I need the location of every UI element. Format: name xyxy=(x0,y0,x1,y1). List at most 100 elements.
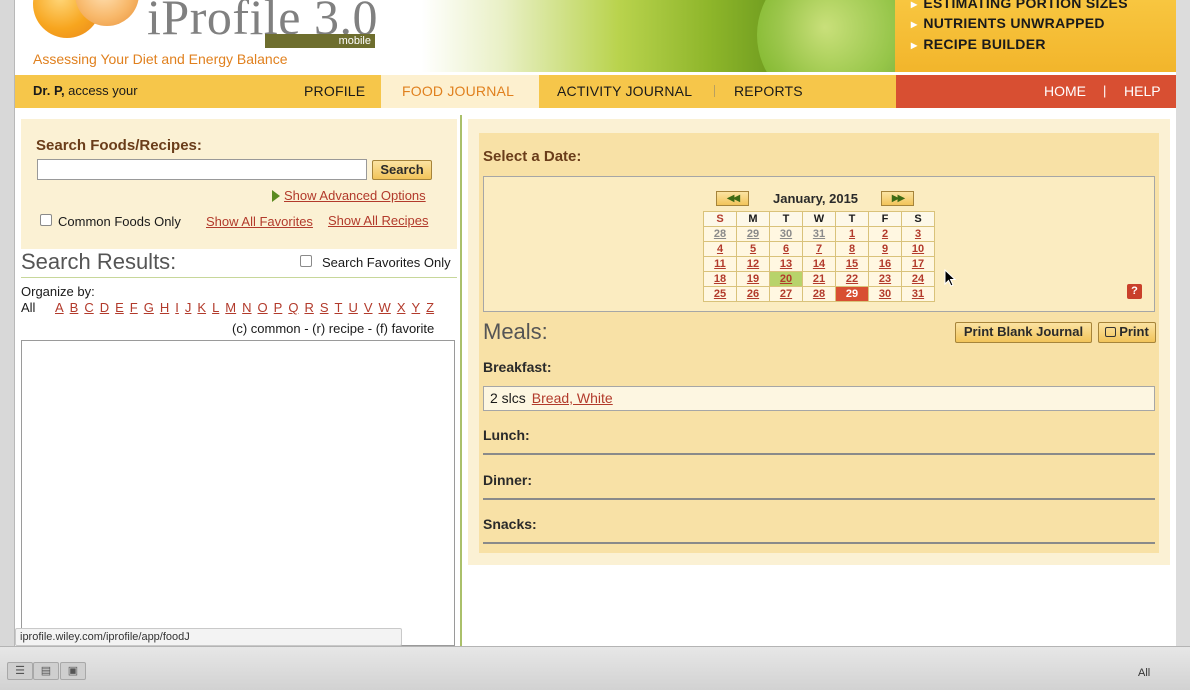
print-blank-journal-button[interactable]: Print Blank Journal xyxy=(955,322,1092,343)
alpha-letter-b[interactable]: B xyxy=(70,300,79,315)
calendar-day[interactable]: 16 xyxy=(868,256,902,272)
calendar-day-link[interactable]: 3 xyxy=(915,228,921,240)
tab-reports[interactable]: REPORTS xyxy=(734,83,803,99)
alpha-letter-g[interactable]: G xyxy=(144,300,154,315)
alpha-letter-h[interactable]: H xyxy=(160,300,169,315)
calendar-day[interactable]: 20 xyxy=(769,271,803,287)
alpha-letter-i[interactable]: I xyxy=(175,300,179,315)
alpha-letter-m[interactable]: M xyxy=(225,300,236,315)
alpha-letter-s[interactable]: S xyxy=(320,300,329,315)
calendar-day-link[interactable]: 24 xyxy=(912,273,924,285)
alpha-letter-v[interactable]: V xyxy=(364,300,373,315)
alpha-letter-p[interactable]: P xyxy=(274,300,283,315)
calendar-day[interactable]: 29 xyxy=(736,226,770,242)
calendar-day-link[interactable]: 7 xyxy=(816,243,822,255)
promo-portion-sizes[interactable]: ESTIMATING PORTION SIZES xyxy=(911,0,1128,11)
promo-recipe-builder[interactable]: RECIPE BUILDER xyxy=(911,36,1046,52)
alpha-letter-w[interactable]: W xyxy=(379,300,391,315)
calendar-day-link[interactable]: 29 xyxy=(747,228,759,240)
calendar-day-link[interactable]: 4 xyxy=(717,243,723,255)
calendar-day[interactable]: 30 xyxy=(868,286,902,302)
right-scrollbar[interactable] xyxy=(1176,0,1190,646)
calendar-day[interactable]: 31 xyxy=(802,226,836,242)
tab-profile[interactable]: PROFILE xyxy=(304,83,365,99)
show-advanced-options-link[interactable]: Show Advanced Options xyxy=(284,188,426,203)
help-icon[interactable]: ? xyxy=(1127,284,1142,299)
calendar-day-link[interactable]: 27 xyxy=(780,288,792,300)
calendar-day[interactable]: 15 xyxy=(835,256,869,272)
calendar-day[interactable]: 1 xyxy=(835,226,869,242)
tab-food-journal[interactable]: FOOD JOURNAL xyxy=(402,83,514,99)
left-scrollbar[interactable] xyxy=(0,0,15,646)
help-link[interactable]: HELP xyxy=(1124,83,1161,99)
calendar-day-link[interactable]: 29 xyxy=(846,288,858,300)
print-button[interactable]: Print xyxy=(1098,322,1156,343)
calendar-day-link[interactable]: 1 xyxy=(849,228,855,240)
calendar-day[interactable]: 3 xyxy=(901,226,935,242)
grid-view-icon[interactable]: ▤ xyxy=(33,662,59,680)
alpha-letter-u[interactable]: U xyxy=(348,300,357,315)
calendar-day[interactable]: 12 xyxy=(736,256,770,272)
calendar-day-link[interactable]: 16 xyxy=(879,258,891,270)
calendar-day[interactable]: 25 xyxy=(703,286,737,302)
calendar-day-link[interactable]: 30 xyxy=(780,228,792,240)
calendar-day-link[interactable]: 31 xyxy=(912,288,924,300)
calendar-day[interactable]: 30 xyxy=(769,226,803,242)
calendar-day[interactable]: 19 xyxy=(736,271,770,287)
prev-month-button[interactable]: ◀◀ xyxy=(716,191,749,206)
alpha-letter-j[interactable]: J xyxy=(185,300,192,315)
calendar-day-link[interactable]: 10 xyxy=(912,243,924,255)
tab-activity-journal[interactable]: ACTIVITY JOURNAL xyxy=(557,83,692,99)
calendar-day-link[interactable]: 31 xyxy=(813,228,825,240)
alpha-letter-l[interactable]: L xyxy=(212,300,219,315)
promo-nutrients[interactable]: NUTRIENTS UNWRAPPED xyxy=(911,15,1105,31)
calendar-day-link[interactable]: 17 xyxy=(912,258,924,270)
breakfast-food-link[interactable]: Bread, White xyxy=(532,390,613,406)
calendar-day-link[interactable]: 11 xyxy=(714,258,726,270)
calendar-day[interactable]: 6 xyxy=(769,241,803,257)
calendar-day-link[interactable]: 30 xyxy=(879,288,891,300)
alpha-letter-o[interactable]: O xyxy=(258,300,268,315)
calendar-day-link[interactable]: 28 xyxy=(813,288,825,300)
calendar-day-link[interactable]: 14 xyxy=(813,258,825,270)
calendar-day[interactable]: 10 xyxy=(901,241,935,257)
calendar-day-link[interactable]: 2 xyxy=(882,228,888,240)
calendar-day-link[interactable]: 12 xyxy=(747,258,759,270)
calendar-day[interactable]: 26 xyxy=(736,286,770,302)
calendar-day[interactable]: 11 xyxy=(703,256,737,272)
next-month-button[interactable]: ▶▶ xyxy=(881,191,914,206)
calendar-day-link[interactable]: 28 xyxy=(714,228,726,240)
calendar-day-link[interactable]: 22 xyxy=(846,273,858,285)
calendar-day[interactable]: 2 xyxy=(868,226,902,242)
favorites-only-checkbox[interactable] xyxy=(300,255,312,267)
calendar-day-link[interactable]: 13 xyxy=(780,258,792,270)
alpha-letter-y[interactable]: Y xyxy=(411,300,420,315)
alpha-letter-c[interactable]: C xyxy=(84,300,93,315)
calendar-day[interactable]: 21 xyxy=(802,271,836,287)
alpha-letter-f[interactable]: F xyxy=(130,300,138,315)
common-foods-checkbox[interactable] xyxy=(40,214,52,226)
calendar-day-link[interactable]: 21 xyxy=(813,273,825,285)
list-view-icon[interactable]: ☰ xyxy=(7,662,33,680)
show-all-recipes-link[interactable]: Show All Recipes xyxy=(328,213,428,228)
calendar-day[interactable]: 24 xyxy=(901,271,935,287)
calendar-day[interactable]: 14 xyxy=(802,256,836,272)
show-all-favorites-link[interactable]: Show All Favorites xyxy=(206,214,313,229)
calendar-day[interactable]: 4 xyxy=(703,241,737,257)
calendar-day[interactable]: 22 xyxy=(835,271,869,287)
calendar-day[interactable]: 18 xyxy=(703,271,737,287)
alpha-all[interactable]: All xyxy=(21,300,35,315)
media-view-icon[interactable]: ▣ xyxy=(60,662,86,680)
alpha-letter-e[interactable]: E xyxy=(115,300,124,315)
alpha-letter-z[interactable]: Z xyxy=(426,300,434,315)
calendar-day-link[interactable]: 19 xyxy=(747,273,759,285)
search-button[interactable]: Search xyxy=(372,160,432,180)
calendar-day-link[interactable]: 6 xyxy=(783,243,789,255)
calendar-day-link[interactable]: 9 xyxy=(882,243,888,255)
search-results-list[interactable] xyxy=(21,340,455,646)
alpha-letter-a[interactable]: A xyxy=(55,300,64,315)
calendar-day[interactable]: 23 xyxy=(868,271,902,287)
calendar-day-link[interactable]: 26 xyxy=(747,288,759,300)
calendar-day[interactable]: 31 xyxy=(901,286,935,302)
calendar-day-link[interactable]: 15 xyxy=(846,258,858,270)
